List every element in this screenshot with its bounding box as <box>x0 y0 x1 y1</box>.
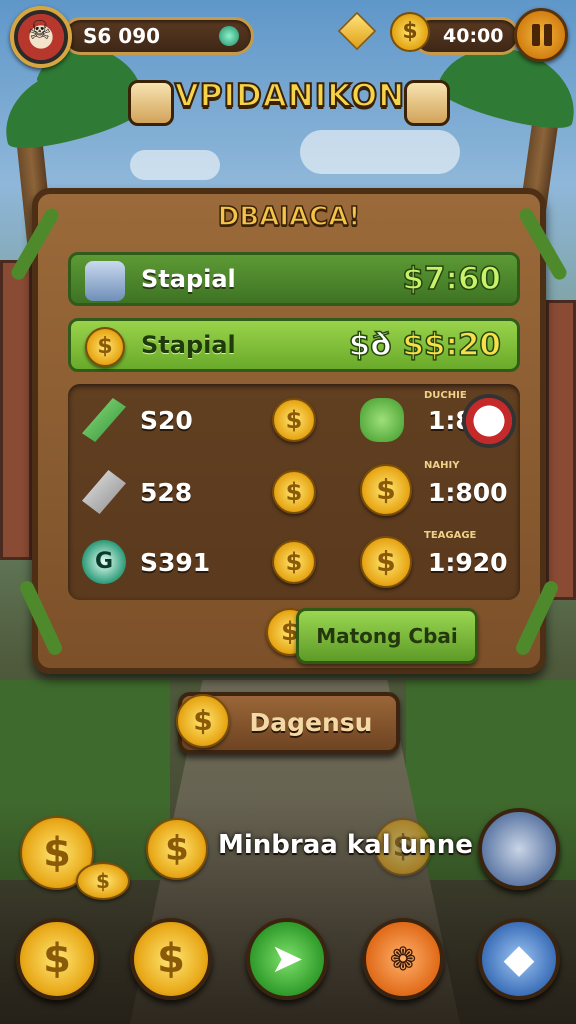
shop-button[interactable]: $ <box>130 918 212 1000</box>
gem-icon: G <box>82 540 126 584</box>
shop-board: DBAIACA! Stapial $7:60 $ Stapial $ð $$:2… <box>8 188 570 674</box>
vine <box>17 578 65 658</box>
pause-button[interactable] <box>514 8 568 62</box>
player-avatar[interactable] <box>10 6 72 68</box>
coin-icon: $ <box>390 12 430 52</box>
item-value: 1:920 <box>428 548 508 577</box>
sword-icon <box>82 398 126 442</box>
coin-icon[interactable]: $ <box>272 540 316 584</box>
gem-icon[interactable] <box>219 26 239 46</box>
offer-price-value: $$:20 <box>402 326 502 364</box>
gold-cube-icon[interactable] <box>337 11 377 51</box>
status-message: Minbraa kal unne <box>218 830 473 860</box>
offer-label: Stapial <box>141 331 236 359</box>
offer-price-prefix: $ð <box>348 326 392 364</box>
currency-counter: S6 090 <box>62 17 254 55</box>
title-right-icon <box>404 80 450 126</box>
house-left <box>0 260 32 560</box>
cloud <box>130 150 220 180</box>
items-panel: S20 $ 528 $ G S391 $ DUCHIE 1:800 $ NAHI… <box>68 384 520 600</box>
item-caption: NAHIY <box>424 460 460 471</box>
coin-icon: $ <box>176 694 230 748</box>
scroll-icon <box>85 261 125 301</box>
coins-button[interactable]: $ <box>16 918 98 1000</box>
coin-pile-icon: $ <box>76 862 130 900</box>
item-caption: TEAGAGE <box>424 530 477 541</box>
coin-icon: $ <box>360 464 412 516</box>
offer-label: Stapial <box>141 265 236 293</box>
coin-value: 40:00 <box>443 25 504 47</box>
offer-price: $ð $$:20 <box>348 326 502 364</box>
house-right <box>546 300 576 600</box>
vine <box>513 578 561 658</box>
cactus-icon <box>360 398 404 442</box>
coin-icon[interactable]: $ <box>272 470 316 514</box>
item-caption: DUCHIE <box>424 390 467 401</box>
alerts-button[interactable]: ◆ <box>478 918 560 1000</box>
tools-button[interactable] <box>478 808 560 890</box>
deposit-label: Dagensu <box>249 708 373 737</box>
play-button[interactable]: ➤ <box>246 918 328 1000</box>
coin-icon: $ <box>360 536 412 588</box>
shield-icon <box>462 394 516 448</box>
game-title: VPIDANIKON <box>174 77 406 115</box>
item-value: 528 <box>140 478 193 507</box>
coin-icon: $ <box>85 327 125 367</box>
coin-icon: $ <box>146 818 208 880</box>
coin-icon[interactable]: $ <box>272 398 316 442</box>
item-value: 1:800 <box>428 478 508 507</box>
network-button[interactable]: ❁ <box>362 918 444 1000</box>
offer-row-1[interactable]: Stapial $7:60 <box>68 252 520 306</box>
claim-button[interactable]: Matong Cbai <box>296 608 478 664</box>
offer-price: $7:60 <box>402 260 502 298</box>
item-value: S20 <box>140 406 193 435</box>
currency-value: S6 090 <box>83 24 161 48</box>
board-title: DBAIACA! <box>217 201 361 233</box>
item-value: S391 <box>140 548 211 577</box>
cloud <box>300 130 460 174</box>
hammer-icon <box>82 470 126 514</box>
offer-row-2[interactable]: $ Stapial $ð $$:20 <box>68 318 520 372</box>
